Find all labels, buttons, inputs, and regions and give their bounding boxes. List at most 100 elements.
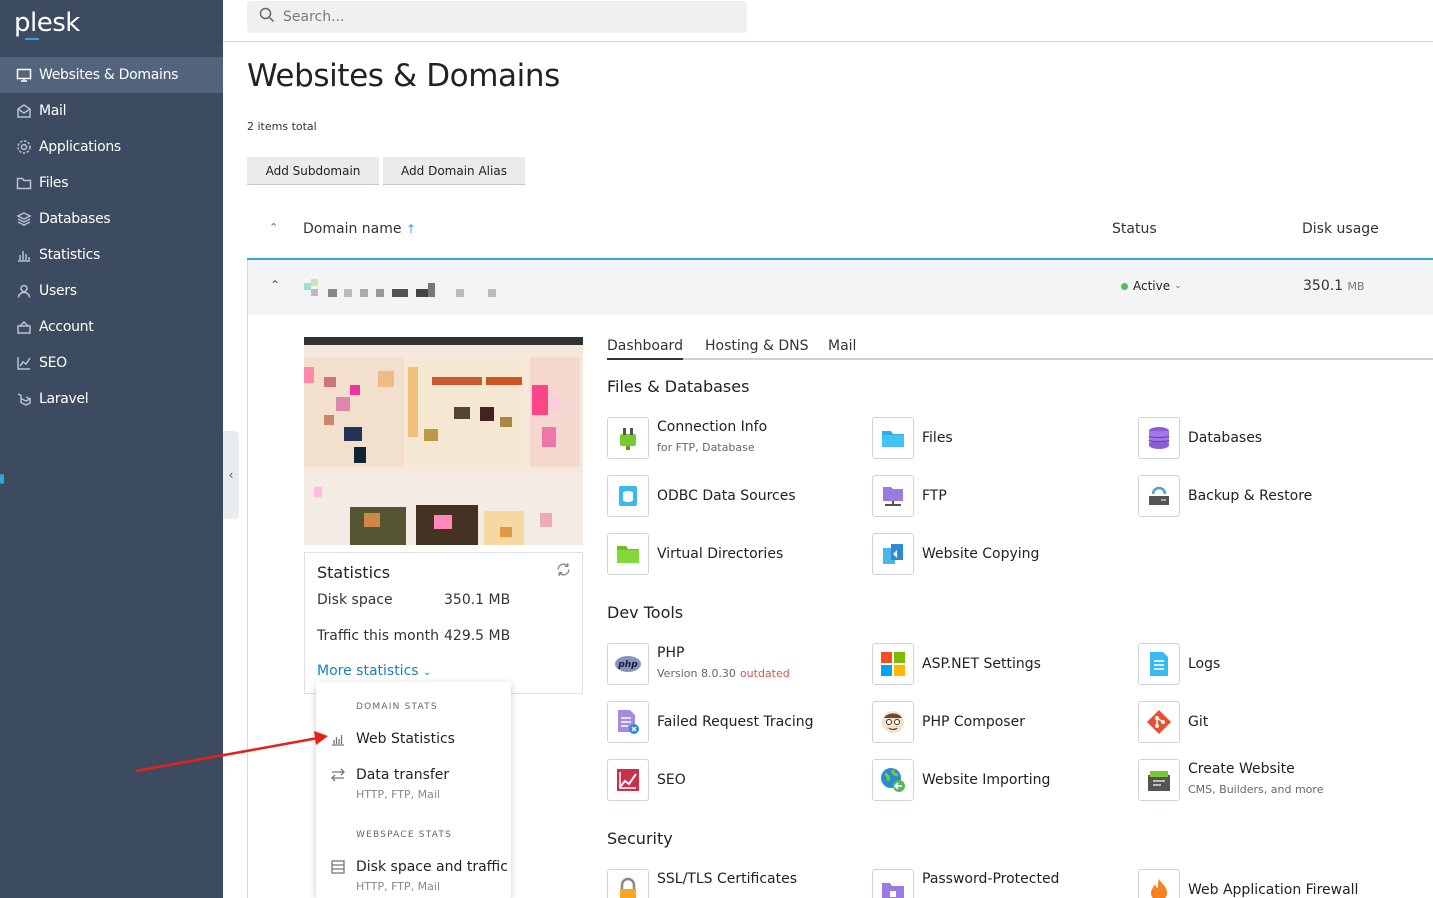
sidebar-item-databases[interactable]: Databases [0,201,223,237]
sidebar-collapse-toggle[interactable]: ‹ [223,431,239,519]
tool-logs[interactable]: Logs [1138,643,1398,687]
domain-name-blurred[interactable] [304,279,504,297]
collapse-row-icon[interactable]: ⌃ [270,278,280,292]
disk-space-traffic-sub: HTTP, FTP, Mail [356,880,440,893]
sidebar-item-account[interactable]: Account [0,309,223,345]
dropdown-heading-domain-stats: DOMAIN STATS [356,702,438,712]
sidebar-item-mail[interactable]: Mail [0,93,223,129]
disk-space-traffic-menu-item[interactable]: Disk space and traffic [356,859,508,875]
tab-dashboard[interactable]: Dashboard [607,338,683,360]
traffic-label: Traffic this month [317,628,439,644]
dropdown-heading-webspace-stats: WEBSPACE STATS [356,830,452,840]
sidebar-item-label: SEO [39,355,67,371]
status-dot [1121,282,1128,290]
bar-chart-icon [330,731,348,749]
logo-underline [25,38,39,40]
collapse-all-icon[interactable]: ⌃ [269,221,278,234]
tool-files[interactable]: Files [872,417,1132,461]
gear-icon [15,138,33,156]
table-header: ⌃ Domain name ↑ Status Disk usage [247,210,1433,260]
web-statistics-menu-item[interactable]: Web Statistics [356,731,455,747]
sidebar-item-laravel[interactable]: Laravel [0,381,223,417]
sidebar-item-label: Statistics [39,247,100,263]
more-statistics-link[interactable]: More statistics ⌄ [317,663,431,679]
tab-mail[interactable]: Mail [828,338,856,354]
monitor-icon [15,66,33,84]
composer-icon [872,701,914,743]
sidebar-item-label: Applications [39,139,121,155]
ftp-folder-icon [872,475,914,517]
sidebar-item-websites-domains[interactable]: Websites & Domains [0,57,223,93]
refresh-icon[interactable] [555,561,572,582]
page-title: Websites & Domains [247,58,560,94]
sidebar-item-statistics[interactable]: Statistics [0,237,223,273]
traffic-value: 429.5 MB [444,628,511,644]
virtual-folder-icon [607,533,649,575]
tool-website-importing[interactable]: Website Importing [872,759,1132,803]
transfer-arrows-icon [330,767,348,785]
failed-request-icon [607,701,649,743]
add-subdomain-button[interactable]: Add Subdomain [247,157,379,185]
tool-git[interactable]: Git [1138,701,1398,745]
disk-usage: 350.1 MB [1303,278,1365,294]
mail-icon [15,102,33,120]
tool-odbc[interactable]: ODBC Data Sources [607,475,867,519]
tool-failed-request-tracing[interactable]: Failed Request Tracing [607,701,867,745]
tool-connection-info[interactable]: Connection Info for FTP, Database [607,417,867,461]
tool-php-composer[interactable]: PHP Composer [872,701,1132,745]
tool-php[interactable]: php PHP Version 8.0.30 outdated [607,643,867,687]
bar-chart-icon [15,246,33,264]
backup-icon [1138,475,1180,517]
domain-tabs: Dashboard Hosting & DNS Mail [607,338,1433,360]
column-header-domain[interactable]: Domain name ↑ [303,221,416,237]
sidebar-item-users[interactable]: Users [0,273,223,309]
plug-icon [607,417,649,459]
items-total: 2 items total [247,120,317,133]
status-badge[interactable]: Active ⌄ [1121,279,1182,293]
plesk-logo[interactable]: plesk [14,8,80,38]
database-icon [1138,417,1180,459]
folder-icon [872,417,914,459]
tab-hosting-dns[interactable]: Hosting & DNS [705,338,808,354]
tool-aspnet-settings[interactable]: ASP.NET Settings [872,643,1132,687]
tool-password-protected-directories[interactable]: Password-Protected [872,869,1132,898]
sidebar: plesk Websites & Domains Mail Applicatio… [0,0,223,898]
tool-databases[interactable]: Databases [1138,417,1398,461]
column-header-status[interactable]: Status [1112,221,1157,237]
website-preview-thumbnail[interactable] [304,337,583,545]
lock-icon [607,869,649,898]
table-row[interactable]: ⌃ Active ⌄ 350.1 MB [247,260,1433,315]
tool-backup-restore[interactable]: Backup & Restore [1138,475,1398,519]
sidebar-item-label: Websites & Domains [39,67,179,83]
tool-seo[interactable]: SEO [607,759,867,803]
globe-import-icon [872,759,914,801]
data-transfer-menu-item[interactable]: Data transfer [356,767,449,783]
section-security: Security [607,829,673,848]
folder-icon [15,174,33,192]
section-dev-tools: Dev Tools [607,603,684,622]
tool-virtual-directories[interactable]: Virtual Directories [607,533,867,577]
seo-icon [15,354,33,372]
git-icon [1138,701,1180,743]
search-box [247,1,747,33]
chevron-left-icon: ‹ [228,468,234,482]
user-icon [15,282,33,300]
odbc-icon [607,475,649,517]
top-bar [223,0,1433,42]
tool-create-website[interactable]: Create Website CMS, Builders, and more [1138,759,1398,803]
add-domain-alias-button[interactable]: Add Domain Alias [383,157,525,185]
tool-ftp[interactable]: FTP [872,475,1132,519]
column-header-disk[interactable]: Disk usage [1302,221,1379,237]
layers-icon [15,210,33,228]
more-statistics-dropdown: DOMAIN STATS Web Statistics Data transfe… [316,682,511,898]
sidebar-item-files[interactable]: Files [0,165,223,201]
statistics-title: Statistics [317,563,391,582]
data-transfer-sub: HTTP, FTP, Mail [356,788,440,801]
tool-website-copying[interactable]: Website Copying [872,533,1132,577]
tool-ssl-tls[interactable]: SSL/TLS Certificates [607,869,867,898]
sidebar-item-seo[interactable]: SEO [0,345,223,381]
sort-asc-icon: ↑ [405,222,416,236]
tool-web-application-firewall[interactable]: Web Application Firewall [1138,869,1398,898]
sidebar-item-applications[interactable]: Applications [0,129,223,165]
search-input[interactable] [283,9,723,25]
